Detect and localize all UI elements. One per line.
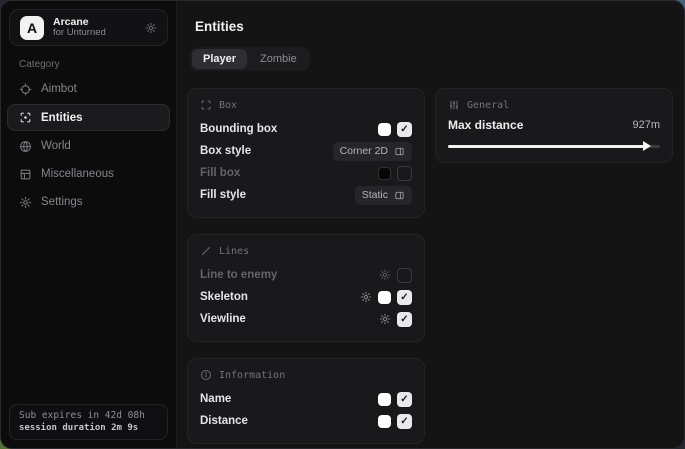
sidebar-item-miscellaneous[interactable]: Miscellaneous: [1, 160, 176, 188]
main-panel: Entities Player Zombie Box Bounding box: [178, 1, 684, 448]
category-label: Category: [19, 59, 176, 70]
check-icon: ✓: [400, 314, 408, 325]
color-swatch[interactable]: [378, 415, 391, 428]
lines-card: Lines Line to enemy Skeleton: [187, 234, 425, 342]
sidebar-item-label: Aimbot: [41, 83, 77, 95]
setting-row-distance: Distance ✓: [200, 410, 412, 432]
name-checkbox[interactable]: ✓: [397, 392, 412, 407]
sidebar-item-world[interactable]: World: [1, 132, 176, 160]
logo-card: A Arcane for Unturned: [9, 9, 168, 46]
setting-row-skeleton: Skeleton ✓: [200, 286, 412, 308]
gear-icon[interactable]: [145, 22, 157, 34]
sidebar-item-label: Miscellaneous: [41, 168, 114, 180]
app-logo: A: [20, 16, 44, 40]
box-style-dropdown[interactable]: Corner 2D: [333, 142, 412, 161]
subscription-info: Sub expires in 42d 08h session duration …: [9, 404, 168, 440]
gear-icon[interactable]: [379, 269, 391, 281]
setting-label: Name: [200, 393, 231, 405]
card-title: General: [467, 100, 509, 111]
general-card-header: General: [448, 99, 660, 111]
setting-label: Bounding box: [200, 123, 277, 135]
check-icon: ✓: [400, 292, 408, 303]
general-card: General Max distance 927m: [435, 88, 673, 163]
distance-checkbox[interactable]: ✓: [397, 414, 412, 429]
setting-label: Skeleton: [200, 291, 248, 303]
viewline-checkbox[interactable]: ✓: [397, 312, 412, 327]
sidebar-item-entities[interactable]: Entities: [7, 104, 170, 131]
color-swatch[interactable]: [378, 123, 391, 136]
max-distance-value: 927m: [632, 119, 660, 131]
card-title: Lines: [219, 246, 249, 257]
information-card: Information Name ✓ Distance ✓: [187, 358, 425, 444]
card-title: Box: [219, 100, 237, 111]
skeleton-checkbox[interactable]: ✓: [397, 290, 412, 305]
sliders-icon: [448, 99, 460, 111]
check-icon: ✓: [400, 124, 408, 135]
color-swatch[interactable]: [378, 291, 391, 304]
info-icon: [200, 369, 212, 381]
dropdown-value: Static: [362, 189, 388, 201]
globe-icon: [19, 140, 32, 153]
sidebar-item-label: World: [41, 140, 71, 152]
setting-label: Max distance: [448, 118, 523, 132]
line-to-enemy-checkbox[interactable]: [397, 268, 412, 283]
setting-row-name: Name ✓: [200, 388, 412, 410]
fill-style-dropdown[interactable]: Static: [355, 186, 412, 205]
box-card: Box Bounding box ✓ Box style Co: [187, 88, 425, 218]
scan-icon: [19, 111, 32, 124]
card-title: Information: [219, 370, 285, 381]
select-icon: [394, 146, 405, 157]
sidebar-item-settings[interactable]: Settings: [1, 188, 176, 216]
bounding-box-checkbox[interactable]: ✓: [397, 122, 412, 137]
color-swatch[interactable]: [378, 393, 391, 406]
tab-zombie[interactable]: Zombie: [249, 49, 308, 69]
box-card-header: Box: [200, 99, 412, 111]
sidebar-nav: Aimbot Entities World Miscellaneous: [1, 75, 176, 216]
setting-row-box-style: Box style Corner 2D: [200, 140, 412, 162]
sidebar: A Arcane for Unturned Category Aimbot: [1, 1, 177, 448]
page-title: Entities: [195, 19, 672, 34]
sidebar-item-aimbot[interactable]: Aimbot: [1, 75, 176, 103]
select-icon: [394, 190, 405, 201]
setting-row-bounding-box: Bounding box ✓: [200, 118, 412, 140]
diagonal-line-icon: [200, 245, 212, 257]
sidebar-item-label: Settings: [41, 196, 83, 208]
check-icon: ✓: [400, 416, 408, 427]
check-icon: ✓: [400, 394, 408, 405]
fill-box-checkbox[interactable]: [397, 166, 412, 181]
dropdown-value: Corner 2D: [340, 145, 388, 157]
app-subtitle: for Unturned: [53, 28, 106, 39]
crosshair-icon: [19, 83, 32, 96]
gear-icon: [19, 196, 32, 209]
color-swatch[interactable]: [378, 167, 391, 180]
gear-icon[interactable]: [379, 313, 391, 325]
layout-icon: [19, 168, 32, 181]
setting-label: Fill style: [200, 189, 246, 201]
setting-label: Fill box: [200, 167, 240, 179]
setting-row-fill-style: Fill style Static: [200, 184, 412, 206]
setting-row-line-to-enemy: Line to enemy: [200, 264, 412, 286]
gear-icon[interactable]: [360, 291, 372, 303]
setting-row-max-distance: Max distance 927m: [448, 118, 660, 132]
setting-label: Distance: [200, 415, 248, 427]
lines-card-header: Lines: [200, 245, 412, 257]
setting-label: Line to enemy: [200, 269, 277, 281]
setting-label: Box style: [200, 145, 251, 157]
entity-tabs: Player Zombie: [190, 47, 310, 71]
information-card-header: Information: [200, 369, 412, 381]
sidebar-item-label: Entities: [41, 112, 83, 124]
box-corners-icon: [200, 99, 212, 111]
sub-expiry-text: Sub expires in 42d 08h: [19, 410, 158, 421]
session-duration-text: session duration 2m 9s: [19, 423, 158, 433]
setting-row-fill-box: Fill box: [200, 162, 412, 184]
slider-fill: [448, 145, 645, 148]
max-distance-slider[interactable]: [448, 141, 660, 151]
tab-player[interactable]: Player: [192, 49, 247, 69]
setting-row-viewline: Viewline ✓: [200, 308, 412, 330]
setting-label: Viewline: [200, 313, 246, 325]
app-window: A Arcane for Unturned Category Aimbot: [0, 0, 685, 449]
